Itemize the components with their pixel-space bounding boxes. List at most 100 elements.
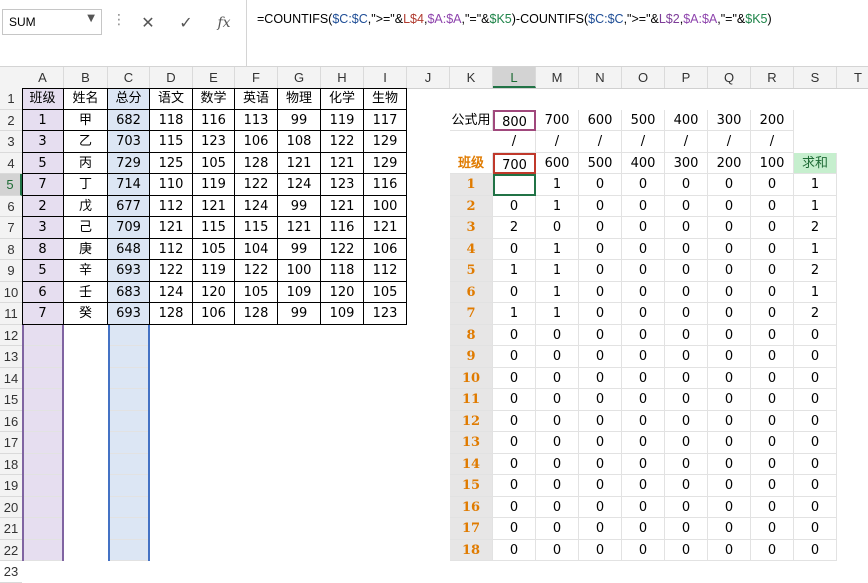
cell[interactable] — [22, 475, 64, 497]
lower-bound-cell[interactable]: 600 — [536, 152, 579, 174]
table-cell[interactable]: 118 — [150, 109, 193, 131]
row-sum-cell[interactable]: 2 — [794, 260, 837, 282]
cell[interactable] — [108, 518, 150, 540]
table-cell[interactable]: 100 — [364, 195, 407, 217]
count-cell[interactable]: 0 — [751, 303, 794, 325]
count-cell[interactable]: 0 — [493, 539, 536, 561]
count-cell[interactable]: 0 — [622, 453, 665, 475]
count-cell[interactable]: 0 — [536, 518, 579, 540]
column-header-f[interactable]: F — [235, 67, 278, 88]
cell[interactable] — [22, 518, 64, 540]
count-cell[interactable]: 0 — [622, 346, 665, 368]
table-cell[interactable]: 709 — [108, 217, 150, 239]
table-cell[interactable]: 129 — [364, 152, 407, 174]
class-number-cell[interactable]: 17 — [450, 518, 493, 540]
cell[interactable] — [108, 389, 150, 411]
table-cell[interactable]: 128 — [235, 152, 278, 174]
slash-cell[interactable]: / — [579, 131, 622, 153]
table-cell[interactable]: 6 — [22, 281, 64, 303]
count-cell[interactable]: 0 — [708, 195, 751, 217]
count-cell[interactable]: 0 — [622, 367, 665, 389]
table-cell[interactable]: 99 — [278, 238, 321, 260]
table-header-cell[interactable]: 姓名 — [64, 88, 108, 110]
table-cell[interactable]: 106 — [193, 303, 235, 325]
row-sum-cell[interactable]: 2 — [794, 217, 837, 239]
row-header-9[interactable]: 9 — [0, 260, 22, 282]
count-cell[interactable]: 0 — [579, 324, 622, 346]
count-cell[interactable]: 0 — [622, 174, 665, 196]
row-header-16[interactable]: 16 — [0, 411, 22, 432]
count-cell[interactable]: 0 — [708, 389, 751, 411]
table-cell[interactable]: 124 — [235, 195, 278, 217]
count-cell[interactable]: 0 — [493, 475, 536, 497]
count-cell[interactable]: 0 — [579, 453, 622, 475]
lower-bound-cell[interactable]: 200 — [708, 152, 751, 174]
column-header-g[interactable]: G — [278, 67, 321, 88]
count-cell[interactable]: 0 — [708, 260, 751, 282]
table-cell[interactable]: 115 — [235, 217, 278, 239]
count-cell[interactable]: 0 — [751, 346, 794, 368]
table-cell[interactable]: 99 — [278, 195, 321, 217]
table-cell[interactable]: 122 — [235, 260, 278, 282]
count-cell[interactable]: 0 — [665, 453, 708, 475]
table-cell[interactable]: 115 — [150, 131, 193, 153]
count-cell[interactable]: 0 — [665, 410, 708, 432]
table-header-cell[interactable]: 英语 — [235, 88, 278, 110]
class-number-cell[interactable]: 18 — [450, 539, 493, 561]
count-cell[interactable]: 0 — [622, 303, 665, 325]
column-header-n[interactable]: N — [579, 67, 622, 88]
count-cell[interactable]: 0 — [622, 539, 665, 561]
table-cell[interactable]: 116 — [193, 109, 235, 131]
count-cell[interactable]: 0 — [622, 217, 665, 239]
count-cell[interactable]: 0 — [493, 453, 536, 475]
table-cell[interactable]: 118 — [321, 260, 364, 282]
count-cell[interactable]: 0 — [493, 518, 536, 540]
upper-bound-cell[interactable]: 600 — [579, 109, 622, 131]
count-cell[interactable]: 0 — [579, 475, 622, 497]
table-cell[interactable]: 128 — [235, 303, 278, 325]
count-cell[interactable]: 0 — [751, 260, 794, 282]
table-cell[interactable]: 122 — [321, 131, 364, 153]
column-header-l[interactable]: L — [493, 67, 536, 88]
cell[interactable] — [22, 496, 64, 518]
table-cell[interactable]: 682 — [108, 109, 150, 131]
class-number-cell[interactable]: 4 — [450, 238, 493, 260]
table-cell[interactable]: 己 — [64, 217, 108, 239]
class-number-cell[interactable]: 7 — [450, 303, 493, 325]
table-cell[interactable]: 693 — [108, 260, 150, 282]
count-cell[interactable]: 0 — [536, 475, 579, 497]
slash-cell[interactable]: / — [751, 131, 794, 153]
table-cell[interactable]: 3 — [22, 131, 64, 153]
sum-header-cell[interactable]: 求和 — [794, 152, 837, 174]
table-cell[interactable]: 648 — [108, 238, 150, 260]
count-cell[interactable]: 0 — [622, 238, 665, 260]
row-sum-cell[interactable]: 0 — [794, 496, 837, 518]
table-cell[interactable]: 乙 — [64, 131, 108, 153]
cell[interactable] — [22, 389, 64, 411]
table-cell[interactable]: 105 — [235, 281, 278, 303]
count-cell[interactable]: 0 — [708, 303, 751, 325]
row-header-11[interactable]: 11 — [0, 303, 22, 325]
table-cell[interactable]: 112 — [364, 260, 407, 282]
column-header-m[interactable]: M — [536, 67, 579, 88]
table-cell[interactable]: 119 — [321, 109, 364, 131]
lower-bound-cell[interactable]: 700 — [493, 152, 536, 174]
row-sum-cell[interactable]: 0 — [794, 475, 837, 497]
cell[interactable] — [108, 346, 150, 368]
row-header-15[interactable]: 15 — [0, 389, 22, 411]
table-cell[interactable]: 729 — [108, 152, 150, 174]
table-cell[interactable]: 120 — [193, 281, 235, 303]
count-cell[interactable]: 0 — [665, 217, 708, 239]
row-sum-cell[interactable]: 0 — [794, 453, 837, 475]
column-header-c[interactable]: C — [108, 67, 150, 88]
table-cell[interactable]: 121 — [278, 152, 321, 174]
count-cell[interactable]: 0 — [622, 432, 665, 454]
row-header-1[interactable]: 1 — [0, 88, 22, 110]
name-box[interactable]: SUM ▼ — [2, 9, 102, 35]
row-header-10[interactable]: 10 — [0, 282, 22, 303]
column-header-p[interactable]: P — [665, 67, 708, 88]
table-cell[interactable]: 124 — [278, 174, 321, 196]
row-sum-cell[interactable]: 1 — [794, 281, 837, 303]
column-header-d[interactable]: D — [150, 67, 193, 88]
count-cell[interactable]: 0 — [493, 367, 536, 389]
